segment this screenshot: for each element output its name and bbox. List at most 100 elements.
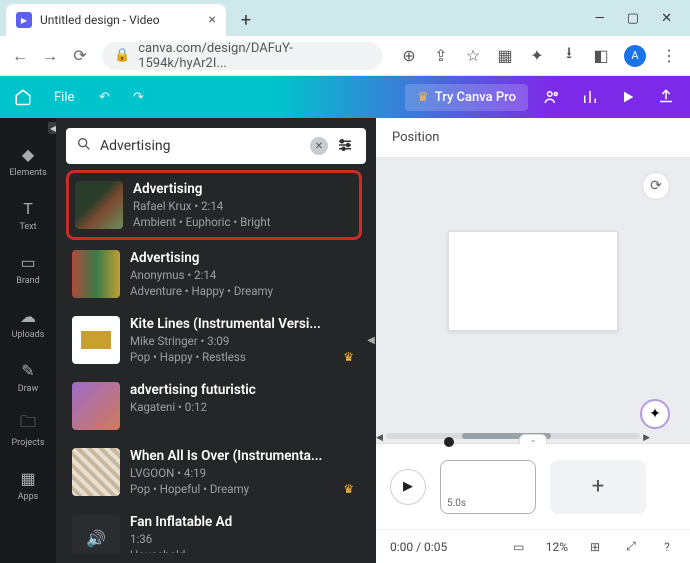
window-controls: — ▢ ✕ <box>595 11 690 36</box>
timeline: ⌄ ▶ 5.0s + 0:00 / 0:05 ▭ 12% ⊞ ⤢ ? <box>376 443 690 563</box>
tab-favicon-icon <box>16 12 32 28</box>
clip-duration: 5.0s <box>447 498 466 509</box>
crown-icon: ♛ <box>417 90 429 105</box>
audio-result-item[interactable]: When All Is Over (Instrumenta... LVGOON … <box>66 440 362 504</box>
analytics-icon[interactable] <box>576 83 604 111</box>
magic-assist-icon[interactable]: ✦ <box>640 399 670 429</box>
try-canva-pro-button[interactable]: ♛ Try Canva Pro <box>405 84 528 111</box>
track-thumbnail: 🔊 <box>72 514 120 553</box>
downloads-icon[interactable]: ⭳ <box>560 47 578 65</box>
new-tab-button[interactable]: + <box>232 6 260 34</box>
add-clip-button[interactable]: + <box>550 460 646 514</box>
editor-viewport[interactable]: ⟳ ✦ ◀ ▶ <box>376 158 690 443</box>
rail-projects[interactable]: 🗀 Projects <box>0 404 56 458</box>
scroll-right-icon[interactable]: ▶ <box>643 433 650 443</box>
canvas-page[interactable] <box>448 231 618 331</box>
audio-result-item[interactable]: Kite Lines (Instrumental Versi... Mike S… <box>66 308 362 372</box>
window-close-icon[interactable]: ✕ <box>661 11 672 26</box>
briefcase-icon: ▭ <box>18 252 38 272</box>
track-tags: Ambient • Euphoric • Bright <box>133 215 353 229</box>
rail-apps[interactable]: ▦ Apps <box>0 458 56 512</box>
extensions-icon[interactable]: ✦ <box>528 47 546 65</box>
timeline-clips-row: ⌄ ▶ 5.0s + <box>376 444 690 529</box>
address-bar[interactable]: 🔒 canva.com/design/DAFuY-1594k/hyAr2I... <box>102 42 382 70</box>
browser-titlebar: Untitled design - Video × + — ▢ ✕ <box>0 0 690 36</box>
cloud-upload-icon: ☁ <box>18 306 38 326</box>
track-tags: Pop • Hopeful • Dreamy <box>130 482 356 496</box>
reset-view-icon[interactable]: ⟳ <box>642 172 670 200</box>
grid-view-icon[interactable]: ⊞ <box>586 538 604 556</box>
timeline-clip[interactable]: 5.0s <box>440 460 536 514</box>
playhead-icon[interactable] <box>444 437 454 447</box>
track-artist-duration: Kagateni • 0:12 <box>130 400 356 414</box>
pencil-icon: ✎ <box>18 360 38 380</box>
scroll-left-icon[interactable]: ◀ <box>376 433 383 443</box>
premium-crown-icon: ♛ <box>343 482 354 496</box>
panel-collapse-handle[interactable]: ◀ <box>364 314 376 368</box>
track-tags: Pop • Happy • Restless <box>130 350 356 364</box>
horizontal-scrollbar[interactable]: ◀ ▶ <box>386 433 640 439</box>
audio-result-item[interactable]: advertising futuristic Kagateni • 0:12 <box>66 374 362 438</box>
filter-sliders-icon[interactable] <box>336 136 356 156</box>
search-icon <box>76 136 92 156</box>
tab-close-icon[interactable]: × <box>209 12 216 28</box>
rail-text[interactable]: T Text <box>0 188 56 242</box>
results-list: Advertising Rafael Krux • 2:14 Ambient •… <box>66 170 366 553</box>
track-thumbnail <box>72 316 120 364</box>
search-input[interactable] <box>100 138 302 154</box>
nav-forward-icon[interactable]: → <box>42 47 58 65</box>
rail-elements[interactable]: ◆ Elements <box>0 134 56 188</box>
track-title: advertising futuristic <box>130 382 356 398</box>
track-artist-duration: LVGOON • 4:19 <box>130 466 356 480</box>
share-upload-icon[interactable] <box>652 83 680 111</box>
tab-title: Untitled design - Video <box>40 13 160 27</box>
present-icon[interactable] <box>614 83 642 111</box>
zoom-icon[interactable]: ⊕ <box>400 47 418 65</box>
invite-icon[interactable] <box>538 83 566 111</box>
window-maximize-icon[interactable]: ▢ <box>627 11 639 26</box>
pages-view-icon[interactable]: ▭ <box>510 538 528 556</box>
file-menu[interactable]: File <box>46 86 82 109</box>
profile-avatar[interactable]: A <box>624 45 646 67</box>
track-thumbnail <box>75 181 123 229</box>
canva-top-bar: File ↶ ↷ ♛ Try Canva Pro <box>0 76 690 118</box>
track-artist-duration: Rafael Krux • 2:14 <box>133 199 353 213</box>
rail-brand[interactable]: ▭ Brand <box>0 242 56 296</box>
track-tags: Adventure • Happy • Dreamy <box>130 284 356 298</box>
track-title: Advertising <box>133 181 353 197</box>
bookmark-icon[interactable]: ☆ <box>464 47 482 65</box>
audio-result-item[interactable]: 🔊 Fan Inflatable Ad 1:36 Household <box>66 506 362 553</box>
audio-result-item[interactable]: Advertising Rafael Krux • 2:14 Ambient •… <box>66 170 362 240</box>
zoom-display: 12% <box>546 540 568 554</box>
canvas-area: Position ⟳ ✦ ◀ ▶ ⌄ ▶ 5.0s + 0:00 / 0: <box>376 118 690 563</box>
track-title: Advertising <box>130 250 356 266</box>
track-artist-duration: Anonymus • 2:14 <box>130 268 356 282</box>
browser-menu-icon[interactable]: ⋮ <box>660 47 678 65</box>
position-toolbar[interactable]: Position <box>376 118 690 158</box>
window-minimize-icon[interactable]: — <box>595 11 605 26</box>
url-text: canva.com/design/DAFuY-1594k/hyAr2I... <box>138 41 370 71</box>
rail-draw[interactable]: ✎ Draw <box>0 350 56 404</box>
lock-icon: 🔒 <box>114 48 130 63</box>
nav-reload-icon[interactable]: ⟳ <box>72 47 88 65</box>
undo-icon[interactable]: ↶ <box>92 85 116 109</box>
audio-result-item[interactable]: Advertising Anonymus • 2:14 Adventure • … <box>66 242 362 306</box>
fullscreen-icon[interactable]: ⤢ <box>622 538 640 556</box>
nav-back-icon[interactable]: ← <box>12 47 28 65</box>
search-box[interactable]: ✕ <box>66 128 366 164</box>
home-icon[interactable] <box>10 84 36 110</box>
premium-crown-icon: ♛ <box>343 350 354 364</box>
help-icon[interactable]: ? <box>658 538 676 556</box>
clear-search-icon[interactable]: ✕ <box>310 137 328 155</box>
track-artist-duration: Mike Stringer • 3:09 <box>130 334 356 348</box>
extension-gtranslate-icon[interactable]: ▦ <box>496 47 514 65</box>
timeline-play-button[interactable]: ▶ <box>390 469 426 505</box>
browser-tab[interactable]: Untitled design - Video × <box>6 4 226 36</box>
sidepanel-icon[interactable]: ◧ <box>592 47 610 65</box>
timeline-notch-icon[interactable]: ⌄ <box>519 434 547 444</box>
folder-icon: 🗀 <box>18 414 38 434</box>
rail-uploads[interactable]: ☁ Uploads <box>0 296 56 350</box>
redo-icon[interactable]: ↷ <box>126 85 150 109</box>
share-icon[interactable]: ⇪ <box>432 47 450 65</box>
side-rail: ◀ ◆ Elements T Text ▭ Brand ☁ Uploads ✎ … <box>0 118 56 563</box>
